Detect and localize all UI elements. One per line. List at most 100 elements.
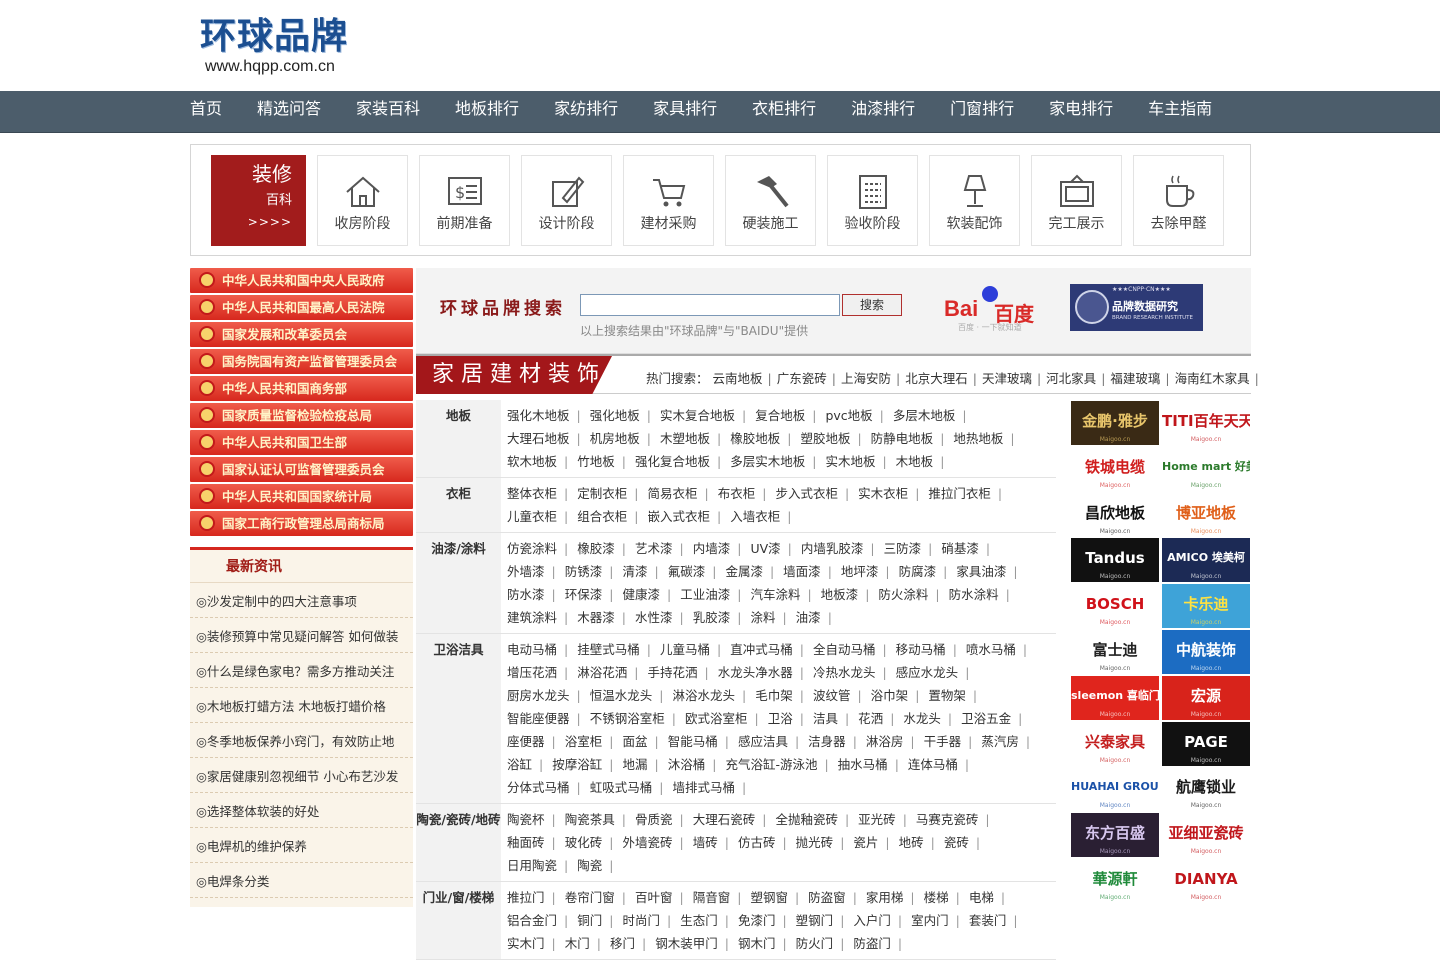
- category-link[interactable]: 钢木门: [738, 936, 776, 951]
- category-link[interactable]: 楼梯: [924, 890, 949, 905]
- nav-item[interactable]: 车主指南: [1148, 91, 1212, 133]
- news-item[interactable]: ◎电焊机的维护保养: [190, 828, 413, 863]
- nav-item[interactable]: 地板排行: [455, 91, 519, 133]
- category-link[interactable]: 钢木装甲门: [655, 936, 718, 951]
- category-link[interactable]: 卷帘门窗: [565, 890, 615, 905]
- category-link[interactable]: 推拉门: [507, 890, 545, 905]
- category-link[interactable]: 橡胶漆: [577, 541, 615, 556]
- nav-item[interactable]: 家具排行: [653, 91, 717, 133]
- category-link[interactable]: 实木衣柜: [858, 486, 908, 501]
- category-link[interactable]: 手持花洒: [647, 665, 697, 680]
- nav-item[interactable]: 精选问答: [257, 91, 321, 133]
- category-link[interactable]: 复合地板: [755, 408, 805, 423]
- category-link[interactable]: 淋浴水龙头: [672, 688, 735, 703]
- category-link[interactable]: 毛巾架: [755, 688, 793, 703]
- category-link[interactable]: 干手器: [924, 734, 962, 749]
- category-link[interactable]: 汽车涂料: [750, 587, 800, 602]
- news-item[interactable]: ◎装修预算中常见疑问解答 如何做装: [190, 618, 413, 653]
- brand-logo[interactable]: AMICO 埃美柯 Maigoo.cn: [1162, 538, 1250, 583]
- category-link[interactable]: 虹吸式马桶: [590, 780, 653, 795]
- category-link[interactable]: 增压花洒: [507, 665, 557, 680]
- category-link[interactable]: 家具油漆: [956, 564, 1006, 579]
- category-link[interactable]: 陶瓷茶具: [565, 812, 615, 827]
- category-link[interactable]: 环保漆: [565, 587, 603, 602]
- category-link[interactable]: 隔音窗: [693, 890, 731, 905]
- category-link[interactable]: 生态门: [680, 913, 718, 928]
- category-link[interactable]: 全抛釉瓷砖: [775, 812, 838, 827]
- brand-research-badge[interactable]: ★★★CNPP·CN★★★ 品牌数据研究 BRAND RESEARCH INST…: [1070, 284, 1203, 331]
- brand-logo[interactable]: HUAHAI GROUP Maigoo.cn: [1071, 767, 1159, 812]
- category-link[interactable]: 建筑涂料: [507, 610, 557, 625]
- category-link[interactable]: 竹地板: [577, 454, 615, 469]
- gov-link[interactable]: 中华人民共和国卫生部: [190, 430, 413, 455]
- category-link[interactable]: 入户门: [853, 913, 891, 928]
- category-link[interactable]: 机房地板: [590, 431, 640, 446]
- decoration-wiki-lead[interactable]: 装修 百科 >>>>: [211, 155, 306, 246]
- category-link[interactable]: 防盗窗: [808, 890, 846, 905]
- category-link[interactable]: 内墙乳胶漆: [801, 541, 864, 556]
- category-link[interactable]: 浴室柜: [565, 734, 603, 749]
- category-link[interactable]: 地坪漆: [841, 564, 879, 579]
- category-link[interactable]: 日用陶瓷: [507, 858, 557, 873]
- category-link[interactable]: 室内门: [911, 913, 949, 928]
- category-link[interactable]: 座便器: [507, 734, 545, 749]
- news-item[interactable]: ◎沙发定制中的四大注意事项: [190, 583, 413, 618]
- category-link[interactable]: 地热地板: [953, 431, 1003, 446]
- category-link[interactable]: 木塑地板: [660, 431, 710, 446]
- category-link[interactable]: 浴缸: [507, 757, 532, 772]
- deco-tile[interactable]: 去除甲醛: [1133, 155, 1224, 246]
- category-link[interactable]: 工业油漆: [680, 587, 730, 602]
- baidu-logo[interactable]: Bai 百度 百度 · 一下就知道: [944, 284, 1052, 334]
- category-link[interactable]: 免漆门: [738, 913, 776, 928]
- category-link[interactable]: 塑钢窗: [750, 890, 788, 905]
- brand-logo[interactable]: 航鹰锁业 Maigoo.cn: [1162, 767, 1250, 812]
- nav-item[interactable]: 首页: [190, 91, 222, 133]
- category-link[interactable]: 多层木地板: [893, 408, 956, 423]
- news-item[interactable]: ◎电焊条分类: [190, 863, 413, 898]
- category-link[interactable]: 强化木地板: [507, 408, 570, 423]
- category-link[interactable]: 电动马桶: [507, 642, 557, 657]
- category-link[interactable]: 淋浴花洒: [577, 665, 627, 680]
- deco-tile[interactable]: 建材采购: [623, 155, 714, 246]
- category-link[interactable]: 瓷砖: [944, 835, 969, 850]
- category-link[interactable]: 电梯: [969, 890, 994, 905]
- gov-link[interactable]: 国家质量监督检验检疫总局: [190, 403, 413, 428]
- gov-link[interactable]: 国家发展和改革委员会: [190, 322, 413, 347]
- category-link[interactable]: 地漏: [622, 757, 647, 772]
- brand-logo[interactable]: 兴泰家具 Maigoo.cn: [1071, 721, 1159, 766]
- category-link[interactable]: 健康漆: [622, 587, 660, 602]
- category-link[interactable]: 乳胶漆: [693, 610, 731, 625]
- nav-item[interactable]: 家纺排行: [554, 91, 618, 133]
- category-name[interactable]: 卫浴洁具: [416, 634, 501, 803]
- category-link[interactable]: 花洒: [858, 711, 883, 726]
- brand-logo[interactable]: 宏源 Maigoo.cn: [1162, 675, 1250, 720]
- category-link[interactable]: 智能座便器: [507, 711, 570, 726]
- category-link[interactable]: UV漆: [750, 541, 780, 556]
- category-link[interactable]: 防火涂料: [878, 587, 928, 602]
- category-link[interactable]: 陶瓷: [577, 858, 602, 873]
- category-link[interactable]: 儿童衣柜: [507, 509, 557, 524]
- category-link[interactable]: 外墙漆: [507, 564, 545, 579]
- category-link[interactable]: 厨房水龙头: [507, 688, 570, 703]
- category-link[interactable]: 水龙头: [903, 711, 941, 726]
- category-link[interactable]: 全自动马桶: [813, 642, 876, 657]
- category-link[interactable]: 塑钢门: [796, 913, 834, 928]
- brand-logo[interactable]: 昌欣地板 Maigoo.cn: [1071, 492, 1159, 537]
- category-link[interactable]: 水性漆: [635, 610, 673, 625]
- category-link[interactable]: 仿古砖: [738, 835, 776, 850]
- brand-logo[interactable]: 金鹏·雅步 Maigoo.cn: [1071, 401, 1159, 445]
- category-link[interactable]: 分体式马桶: [507, 780, 570, 795]
- brand-logo[interactable]: 博亚地板 Maigoo.cn: [1162, 492, 1250, 537]
- category-link[interactable]: 移动马桶: [896, 642, 946, 657]
- category-link[interactable]: 卫浴五金: [961, 711, 1011, 726]
- gov-link[interactable]: 国家认证认可监督管理委员会: [190, 457, 413, 482]
- category-link[interactable]: 简易衣柜: [647, 486, 697, 501]
- brand-logo[interactable]: 亚细亚瓷砖 Maigoo.cn: [1162, 813, 1250, 858]
- category-link[interactable]: 洁身器: [808, 734, 846, 749]
- brand-logo[interactable]: BOSCH Maigoo.cn: [1071, 584, 1159, 629]
- category-link[interactable]: 防腐漆: [899, 564, 937, 579]
- hot-search-link[interactable]: 海南红木家具: [1175, 371, 1250, 386]
- category-link[interactable]: 组合衣柜: [577, 509, 627, 524]
- category-link[interactable]: 感应水龙头: [896, 665, 959, 680]
- category-link[interactable]: 抛光砖: [796, 835, 834, 850]
